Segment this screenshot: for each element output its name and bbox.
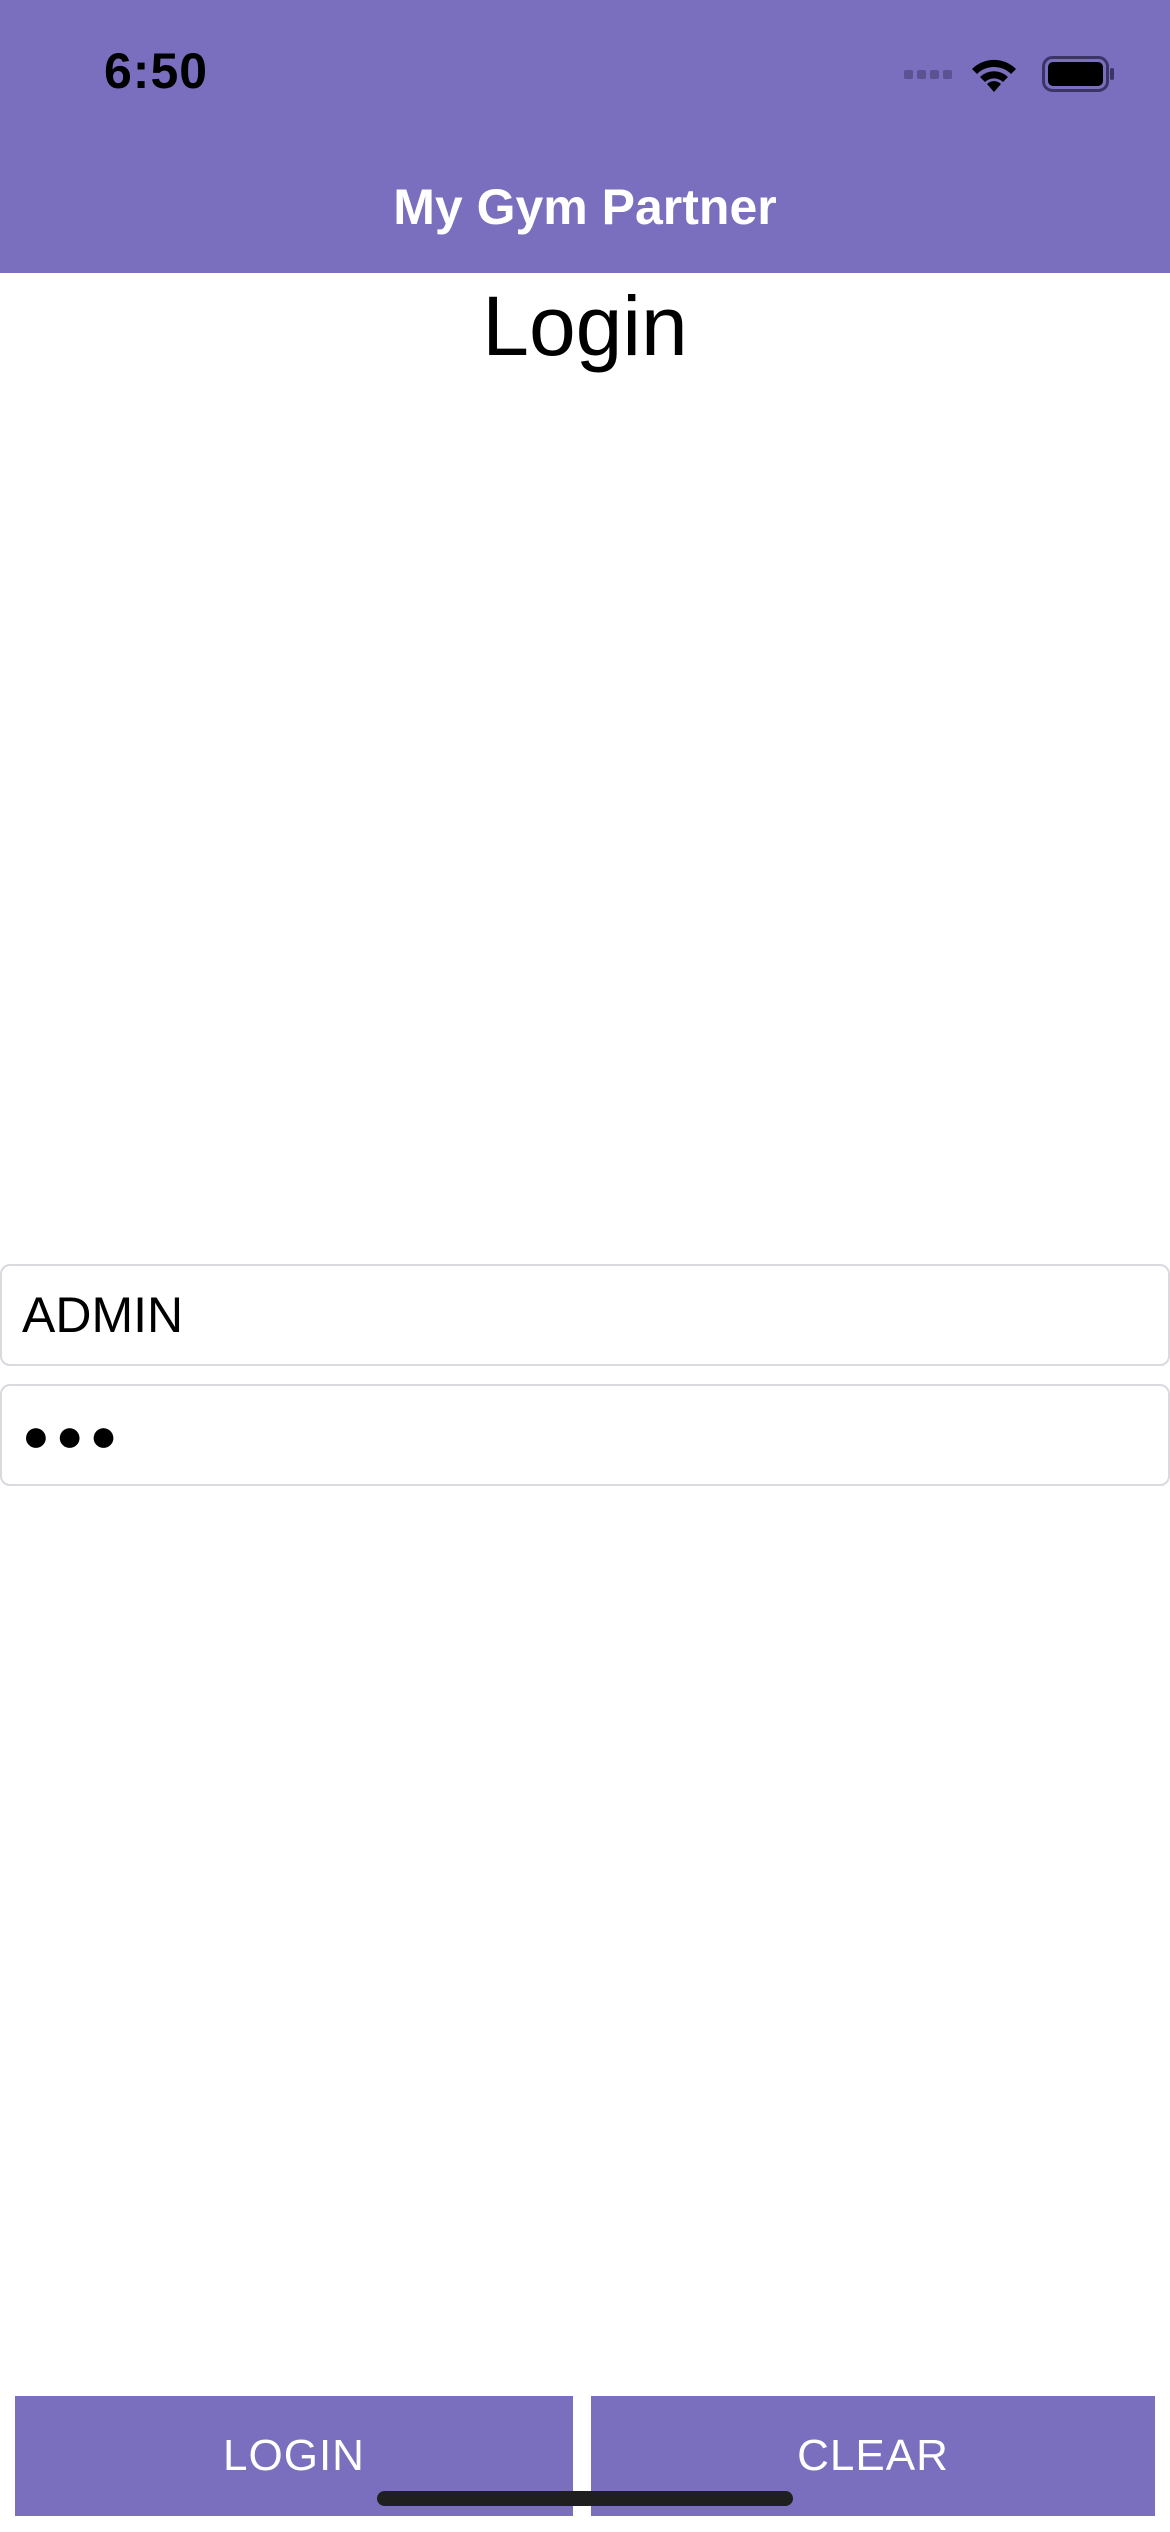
battery-icon <box>1042 56 1114 92</box>
wifi-icon <box>972 59 1016 92</box>
app-header: 6:50 My Gym Partner <box>0 0 1170 273</box>
status-icons <box>900 50 1116 98</box>
home-indicator[interactable] <box>377 2491 793 2506</box>
username-input[interactable] <box>0 1264 1170 1366</box>
status-time: 6:50 <box>104 43 209 99</box>
nav-title: My Gym Partner <box>393 179 777 235</box>
password-input[interactable] <box>0 1384 1170 1486</box>
page-title: Login <box>482 279 688 373</box>
cellular-signal-icon <box>900 69 952 79</box>
login-screen: 6:50 My Gym Partner Login LOGIN CLEAR <box>0 0 1170 2532</box>
